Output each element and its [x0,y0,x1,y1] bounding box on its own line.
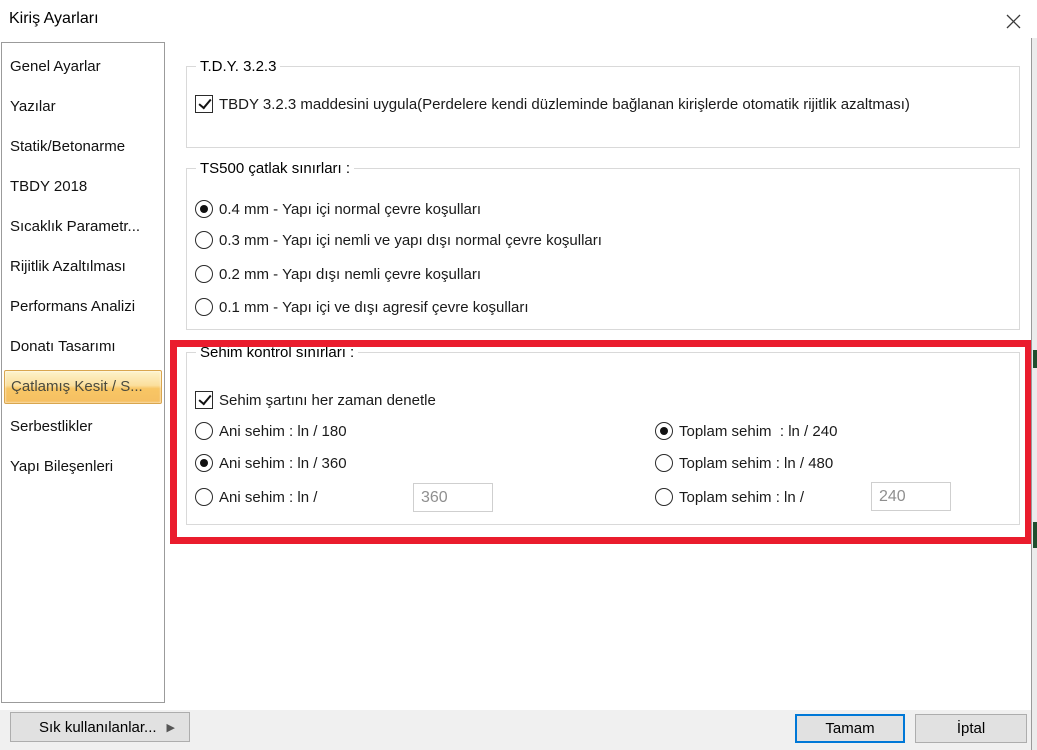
tbdy-apply-checkbox[interactable] [195,95,213,113]
instant-deflection-360-label: Ani sehim : ln / 360 [219,454,347,472]
crack-04mm-radio[interactable] [195,200,213,218]
sidebar-item-sicaklik-parametreleri[interactable]: Sıcaklık Parametr... [2,207,164,247]
sidebar-item-catlamis-kesit[interactable]: Çatlamış Kesit / S... [4,370,162,404]
group-ts500-title: TS500 çatlak sınırları : [196,160,355,177]
crack-03mm-radio[interactable] [195,231,213,249]
dialog-title: Kiriş Ayarları [9,10,99,27]
total-deflection-custom-radio[interactable] [655,488,673,506]
total-deflection-240-radio[interactable] [655,422,673,440]
deflection-always-check-label: Sehim şartını her zaman denetle [219,391,436,409]
total-deflection-option-row: Toplam sehim : ln / 480 [655,451,833,475]
instant-deflection-option-row: Ani sehim : ln / 180 [195,419,347,443]
total-deflection-option-row: Toplam sehim : ln / 240 [655,419,837,443]
crack-03mm-label: 0.3 mm - Yapı içi nemli ve yapı dışı nor… [219,231,602,249]
crack-limit-option-row: 0.3 mm - Yapı içi nemli ve yapı dışı nor… [195,228,602,252]
instant-deflection-360-radio[interactable] [195,454,213,472]
sidebar-item-genel-ayarlar[interactable]: Genel Ayarlar [2,47,164,87]
background-window-edge [1033,522,1037,548]
sidebar-item-serbestlikler[interactable]: Serbestlikler [2,407,164,447]
total-deflection-custom-row: Toplam sehim : ln / [655,485,804,509]
background-window-edge [1033,350,1037,368]
settings-category-sidebar: Genel Ayarlar Yazılar Statik/Betonarme T… [1,42,165,703]
cancel-button[interactable]: İptal [915,714,1027,743]
background-window-edge [1031,38,1037,750]
instant-deflection-custom-input[interactable] [413,483,493,512]
beam-settings-dialog: Kiriş Ayarları Genel Ayarlar Yazılar Sta… [0,0,1037,750]
ok-button[interactable]: Tamam [795,714,905,743]
cancel-button-label: İptal [956,720,986,737]
deflection-always-check-row: Sehim şartını her zaman denetle [195,388,436,412]
instant-deflection-custom-label: Ani sehim : ln / [219,488,318,506]
total-deflection-custom-label: Toplam sehim : ln / [679,488,805,506]
crack-04mm-label: 0.4 mm - Yapı içi normal çevre koşulları [219,200,482,218]
chevron-right-icon: ▶ [166,722,175,734]
group-deflection-limits: Sehim kontrol sınırları : Sehim şartını … [186,344,1020,525]
crack-limit-option-row: 0.1 mm - Yapı içi ve dışı agresif çevre … [195,295,529,319]
instant-deflection-180-radio[interactable] [195,422,213,440]
crack-limit-option-row: 0.2 mm - Yapı dışı nemli çevre koşulları [195,262,481,286]
group-tdy-323: T.D.Y. 3.2.3 TBDY 3.2.3 maddesini uygula… [186,58,1020,148]
close-icon[interactable] [1000,8,1026,34]
tbdy-apply-row: TBDY 3.2.3 maddesini uygula(Perdelere ke… [195,92,910,116]
total-deflection-480-radio[interactable] [655,454,673,472]
sidebar-item-yazilar[interactable]: Yazılar [2,87,164,127]
sidebar-item-donati-tasarimi[interactable]: Donatı Tasarımı [2,327,164,367]
group-ts500-crack-limits: TS500 çatlak sınırları : 0.4 mm - Yapı i… [186,160,1020,330]
instant-deflection-option-row: Ani sehim : ln / 360 [195,451,347,475]
crack-limit-option-row: 0.4 mm - Yapı içi normal çevre koşulları [195,197,481,221]
sidebar-item-performans-analizi[interactable]: Performans Analizi [2,287,164,327]
total-deflection-custom-input[interactable] [871,482,951,511]
crack-01mm-radio[interactable] [195,298,213,316]
total-deflection-480-label: Toplam sehim : ln / 480 [679,454,834,472]
crack-02mm-label: 0.2 mm - Yapı dışı nemli çevre koşulları [219,265,482,283]
sidebar-item-yapi-bilesenleri[interactable]: Yapı Bileşenleri [2,447,164,487]
dialog-footer: Sık kullanılanlar... ▶ Tamam İptal [0,710,1037,750]
sidebar-item-statik-betonarme[interactable]: Statik/Betonarme [2,127,164,167]
favorites-button-label: Sık kullanılanlar... [39,718,157,736]
favorites-button[interactable]: Sık kullanılanlar... ▶ [10,712,190,742]
sidebar-item-rijitlik-azaltilmasi[interactable]: Rijitlik Azaltılması [2,247,164,287]
tbdy-apply-label: TBDY 3.2.3 maddesini uygula(Perdelere ke… [219,95,910,113]
deflection-always-check-checkbox[interactable] [195,391,213,409]
instant-deflection-custom-row: Ani sehim : ln / [195,485,317,509]
instant-deflection-180-label: Ani sehim : ln / 180 [219,422,347,440]
ok-button-label: Tamam [825,720,875,737]
instant-deflection-custom-radio[interactable] [195,488,213,506]
group-deflection-title: Sehim kontrol sınırları : [196,344,359,361]
total-deflection-240-label: Toplam sehim : ln / 240 [679,422,838,440]
crack-02mm-radio[interactable] [195,265,213,283]
crack-01mm-label: 0.1 mm - Yapı içi ve dışı agresif çevre … [219,298,529,316]
sidebar-item-tbdy-2018[interactable]: TBDY 2018 [2,167,164,207]
group-tdy-title: T.D.Y. 3.2.3 [196,58,281,75]
